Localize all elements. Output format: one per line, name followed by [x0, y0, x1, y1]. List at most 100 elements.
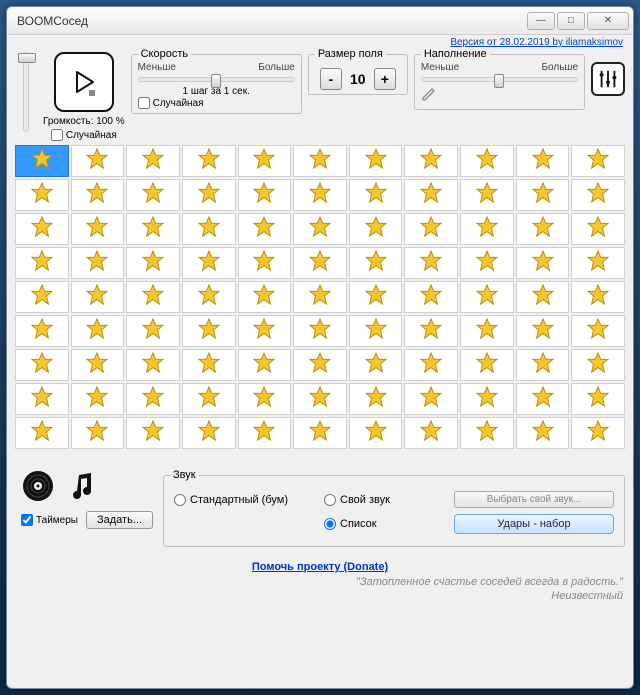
volume-random-checkbox[interactable] [51, 129, 63, 141]
grid-cell[interactable] [349, 213, 403, 245]
pencil-icon[interactable] [421, 86, 578, 105]
grid-cell[interactable] [349, 281, 403, 313]
grid-cell[interactable] [182, 213, 236, 245]
grid-cell[interactable] [182, 383, 236, 415]
speed-slider[interactable] [138, 77, 295, 82]
grid-cell[interactable] [182, 281, 236, 313]
grid-cell[interactable] [71, 315, 125, 347]
grid-cell[interactable] [293, 179, 347, 211]
sound-standard-row[interactable]: Стандартный (бум) [174, 494, 314, 506]
sound-list-row[interactable]: Список [324, 518, 444, 530]
grid-cell[interactable] [460, 281, 514, 313]
music-note-icon[interactable] [67, 469, 101, 503]
grid-cell[interactable] [238, 213, 292, 245]
grid-cell[interactable] [238, 383, 292, 415]
grid-cell[interactable] [571, 315, 625, 347]
grid-cell[interactable] [516, 281, 570, 313]
donate-link[interactable]: Помочь проекту (Donate) [252, 561, 388, 573]
grid-cell[interactable] [71, 145, 125, 177]
grid-cell[interactable] [349, 247, 403, 279]
grid-cell[interactable] [571, 281, 625, 313]
grid-cell[interactable] [571, 213, 625, 245]
grid-cell[interactable] [404, 281, 458, 313]
grid-cell[interactable] [404, 145, 458, 177]
grid-cell[interactable] [15, 417, 69, 449]
version-link[interactable]: Версия от 28.02.2019 by iliamaksimov [450, 37, 623, 48]
grid-cell[interactable] [516, 213, 570, 245]
timers-set-button[interactable]: Задать... [86, 511, 153, 529]
volume-thumb[interactable] [18, 53, 36, 63]
vinyl-icon[interactable] [21, 469, 55, 503]
speed-thumb[interactable] [211, 74, 221, 88]
grid-cell[interactable] [293, 213, 347, 245]
minimize-button[interactable]: — [527, 12, 555, 30]
grid-cell[interactable] [404, 179, 458, 211]
grid-cell[interactable] [571, 179, 625, 211]
size-increment-button[interactable]: + [374, 68, 396, 90]
grid-cell[interactable] [238, 179, 292, 211]
settings-button[interactable] [591, 62, 625, 96]
grid-cell[interactable] [571, 383, 625, 415]
grid-cell[interactable] [71, 247, 125, 279]
grid-cell[interactable] [126, 213, 180, 245]
sound-custom-radio[interactable] [324, 494, 336, 506]
grid-cell[interactable] [238, 349, 292, 381]
close-button[interactable]: ✕ [587, 12, 629, 30]
grid-cell[interactable] [15, 349, 69, 381]
grid-cell[interactable] [349, 417, 403, 449]
grid-cell[interactable] [349, 179, 403, 211]
choose-sound-button[interactable]: Выбрать свой звук... [454, 491, 614, 508]
grid-cell[interactable] [571, 417, 625, 449]
grid-cell[interactable] [571, 247, 625, 279]
volume-random-row[interactable]: Случайная [51, 129, 117, 141]
grid-cell[interactable] [571, 145, 625, 177]
sound-standard-radio[interactable] [174, 494, 186, 506]
grid-cell[interactable] [404, 213, 458, 245]
grid-cell[interactable] [126, 417, 180, 449]
grid-cell[interactable] [460, 383, 514, 415]
grid-cell[interactable] [71, 417, 125, 449]
grid-cell[interactable] [15, 281, 69, 313]
grid-cell[interactable] [516, 349, 570, 381]
grid-cell[interactable] [349, 145, 403, 177]
grid-cell[interactable] [126, 281, 180, 313]
grid-cell[interactable] [404, 417, 458, 449]
hits-set-button[interactable]: Удары - набор [454, 514, 614, 534]
grid-cell[interactable] [15, 383, 69, 415]
grid-cell[interactable] [516, 247, 570, 279]
grid-cell[interactable] [182, 179, 236, 211]
grid-cell[interactable] [404, 383, 458, 415]
grid-cell[interactable] [238, 247, 292, 279]
grid-cell[interactable] [516, 417, 570, 449]
grid-cell[interactable] [293, 247, 347, 279]
grid-cell[interactable] [238, 315, 292, 347]
sound-custom-row[interactable]: Свой звук [324, 494, 444, 506]
grid-cell[interactable] [182, 145, 236, 177]
grid-cell[interactable] [15, 315, 69, 347]
grid-cell[interactable] [404, 315, 458, 347]
grid-cell[interactable] [571, 349, 625, 381]
grid-cell[interactable] [516, 179, 570, 211]
speed-random-row[interactable]: Случайная [138, 97, 295, 109]
grid-cell[interactable] [293, 281, 347, 313]
timers-row[interactable]: Таймеры [21, 514, 78, 526]
grid-cell[interactable] [460, 247, 514, 279]
grid-cell[interactable] [126, 315, 180, 347]
grid-cell[interactable] [293, 383, 347, 415]
maximize-button[interactable]: □ [557, 12, 585, 30]
grid-cell[interactable] [460, 179, 514, 211]
grid-cell[interactable] [71, 213, 125, 245]
grid-cell[interactable] [71, 281, 125, 313]
grid-cell[interactable] [349, 349, 403, 381]
grid-cell[interactable] [516, 383, 570, 415]
grid-cell[interactable] [182, 417, 236, 449]
grid-cell[interactable] [460, 349, 514, 381]
size-decrement-button[interactable]: - [320, 68, 342, 90]
grid-cell[interactable] [460, 315, 514, 347]
grid-cell[interactable] [182, 247, 236, 279]
grid-cell[interactable] [15, 213, 69, 245]
grid-cell[interactable] [71, 179, 125, 211]
grid-cell[interactable] [126, 179, 180, 211]
play-button[interactable] [54, 52, 114, 112]
fill-slider[interactable] [421, 77, 578, 82]
